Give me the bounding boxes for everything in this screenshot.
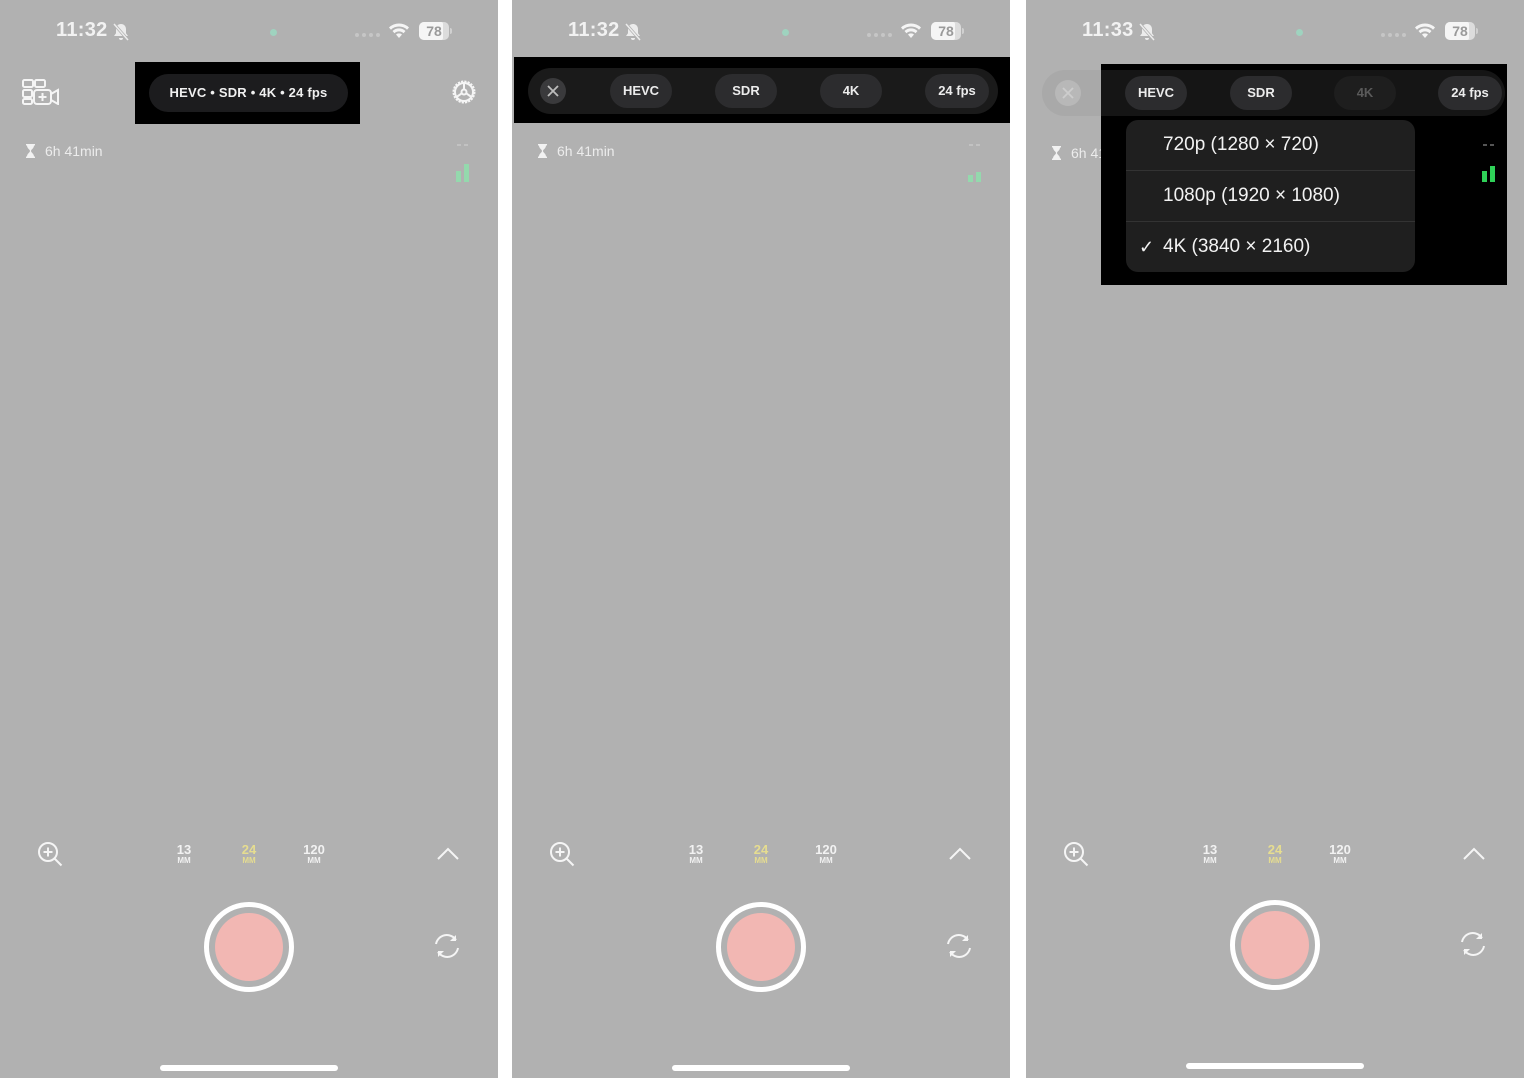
audio-level-meter xyxy=(1478,140,1500,186)
chevron-up-icon[interactable] xyxy=(1462,845,1486,861)
chip-framerate[interactable]: 24 fps xyxy=(925,74,989,108)
format-summary-pill[interactable]: HEVC • SDR • 4K • 24 fps xyxy=(149,74,348,112)
record-button[interactable] xyxy=(716,902,806,992)
camera-in-use-indicator xyxy=(270,29,277,36)
chip-dynamic-range[interactable]: SDR xyxy=(715,74,777,108)
cellular-signal-icon xyxy=(867,33,892,37)
record-button-inner xyxy=(1241,911,1309,979)
hourglass-icon xyxy=(538,144,547,158)
camera-in-use-indicator xyxy=(1296,29,1303,36)
menu-item-720p[interactable]: 720p (1280 × 720) xyxy=(1126,120,1415,170)
chip-resolution[interactable]: 4K xyxy=(1334,76,1396,110)
bell-slash-icon xyxy=(112,23,130,41)
bell-slash-icon xyxy=(624,23,642,41)
lens-120mm[interactable]: 120 MM xyxy=(806,843,846,865)
battery-indicator: 78 xyxy=(1445,22,1479,40)
multicam-add-icon[interactable] xyxy=(22,79,60,105)
hourglass-icon xyxy=(1052,146,1061,160)
wifi-icon xyxy=(389,23,409,38)
cellular-signal-icon xyxy=(355,33,380,37)
record-button-inner xyxy=(215,913,283,981)
battery-indicator: 78 xyxy=(931,22,965,40)
home-indicator[interactable] xyxy=(672,1065,850,1071)
status-time: 11:32 xyxy=(56,19,108,41)
home-indicator[interactable] xyxy=(1186,1063,1364,1069)
checkmark-icon: ✓ xyxy=(1139,237,1155,257)
flip-camera-icon[interactable] xyxy=(1457,928,1489,960)
chevron-up-icon[interactable] xyxy=(436,845,460,861)
screen-2-format-chips: 11:32 78 HEVC SDR 4K 24 fps 6h 41min 13 M… xyxy=(512,0,1010,1078)
wifi-icon xyxy=(901,23,921,38)
record-button[interactable] xyxy=(204,902,294,992)
lens-selector: 13 MM 24 MM 120 MM xyxy=(512,843,1010,869)
chip-codec[interactable]: HEVC xyxy=(1125,76,1187,110)
chip-dynamic-range[interactable]: SDR xyxy=(1230,76,1292,110)
status-time: 11:32 xyxy=(568,19,620,41)
menu-item-1080p[interactable]: 1080p (1920 × 1080) xyxy=(1126,171,1415,221)
lens-selector: 13 MM 24 MM 120 MM xyxy=(1026,843,1524,869)
record-button[interactable] xyxy=(1230,900,1320,990)
lens-24mm[interactable]: 24 MM xyxy=(741,843,781,865)
lens-13mm[interactable]: 13 MM xyxy=(676,843,716,865)
remaining-record-time: 6h 41min xyxy=(25,143,103,159)
lens-24mm[interactable]: 24 MM xyxy=(229,843,269,865)
battery-indicator: 78 xyxy=(419,22,453,40)
screen-3-resolution-menu: 11:33 78 6h 41min HEVC SDR 4K 24 fps 720… xyxy=(1026,0,1524,1078)
chip-resolution[interactable]: 4K xyxy=(820,74,882,108)
chip-codec[interactable]: HEVC xyxy=(610,74,672,108)
hourglass-icon xyxy=(26,144,35,158)
lens-120mm[interactable]: 120 MM xyxy=(294,843,334,865)
record-button-inner xyxy=(727,913,795,981)
cellular-signal-icon xyxy=(1381,33,1406,37)
audio-level-meter xyxy=(452,140,474,186)
bell-slash-icon xyxy=(1138,23,1156,41)
wifi-icon xyxy=(1415,23,1435,38)
lens-120mm[interactable]: 120 MM xyxy=(1320,843,1360,865)
chip-framerate[interactable]: 24 fps xyxy=(1438,76,1502,110)
audio-level-meter xyxy=(964,140,986,186)
remaining-record-time: 6h 41min xyxy=(537,143,615,159)
home-indicator[interactable] xyxy=(160,1065,338,1071)
lens-13mm[interactable]: 13 MM xyxy=(1190,843,1230,865)
flip-camera-icon[interactable] xyxy=(943,930,975,962)
camera-in-use-indicator xyxy=(782,29,789,36)
close-button[interactable] xyxy=(540,78,566,104)
lens-24mm[interactable]: 24 MM xyxy=(1255,843,1295,865)
status-time: 11:33 xyxy=(1082,19,1134,41)
close-icon xyxy=(547,85,559,97)
menu-item-4k[interactable]: ✓ 4K (3840 × 2160) xyxy=(1126,222,1415,272)
close-icon xyxy=(1062,87,1074,99)
lens-selector: 13 MM 24 MM 120 MM xyxy=(0,843,498,869)
screen-1-summary-pill: 11:32 78 HEVC • SDR • 4K • 24 fps 6h 41m… xyxy=(0,0,498,1078)
close-button[interactable] xyxy=(1055,80,1081,106)
flip-camera-icon[interactable] xyxy=(431,930,463,962)
resolution-menu: 720p (1280 × 720) 1080p (1920 × 1080) ✓ … xyxy=(1126,120,1415,272)
chevron-up-icon[interactable] xyxy=(948,845,972,861)
gear-icon[interactable] xyxy=(450,78,478,106)
lens-13mm[interactable]: 13 MM xyxy=(164,843,204,865)
